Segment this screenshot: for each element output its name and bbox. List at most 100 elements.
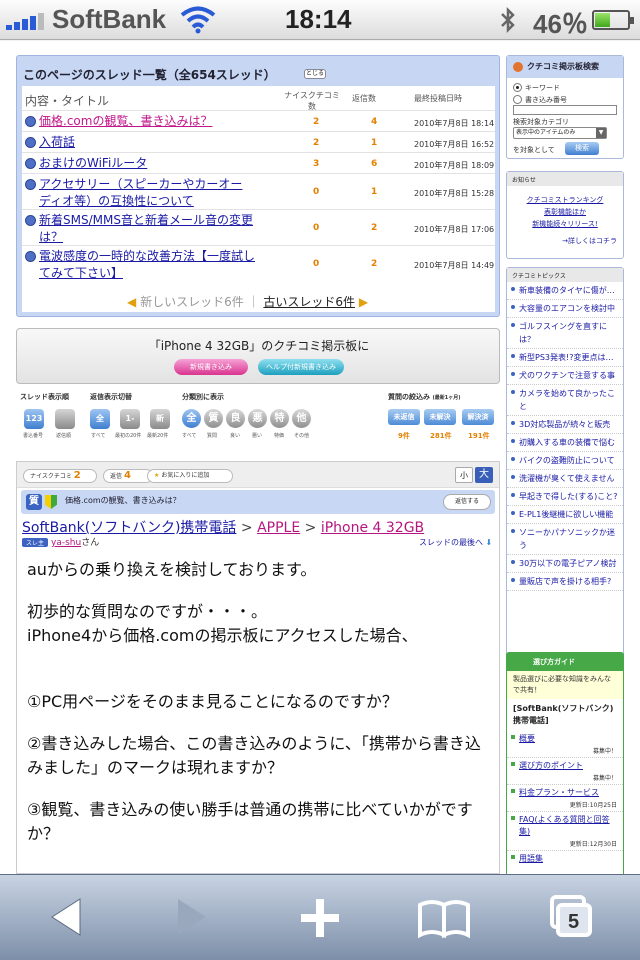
breadcrumb-softbank[interactable]: SoftBank(ソフトバンク)携帯電話 bbox=[22, 520, 236, 536]
resolved-button[interactable]: 解決済 bbox=[462, 409, 494, 425]
topic-item[interactable]: 大容量のエアコンを検討中 bbox=[507, 300, 623, 318]
post-body: auからの乗り換えを検討しております。 初歩的な質問なのですが・・・。 iPho… bbox=[27, 558, 489, 864]
show-all-caption: すべて bbox=[91, 433, 106, 439]
topic-item[interactable]: カメラを始めて良かったこと bbox=[507, 385, 623, 416]
guide-item-points[interactable]: 選び方のポイント bbox=[507, 758, 623, 772]
topic-item[interactable]: 30万以下の電子ピアノ検討 bbox=[507, 555, 623, 573]
notice-box: お知らせ クチコミストランキング 表彰機能ほか 新機能続々リリース! →詳しくは… bbox=[506, 171, 624, 259]
unanswered-button[interactable]: 未返信 bbox=[388, 409, 420, 425]
reply-button[interactable]: 返信する bbox=[443, 494, 491, 510]
thread-title-link[interactable]: おまけのWiFiルータ bbox=[39, 155, 147, 172]
tabs-button[interactable]: 5 bbox=[542, 893, 602, 943]
unresolved-count: 281件 bbox=[430, 432, 452, 440]
font-small-button[interactable]: 小 bbox=[455, 467, 473, 483]
browser-toolbar: 5 bbox=[0, 874, 640, 960]
topic-item[interactable]: ソニーかパナソニックか迷う bbox=[507, 524, 623, 555]
older-threads-link[interactable]: 古いスレッド6件 bbox=[263, 295, 355, 309]
table-row[interactable]: 価格.comの観覧、書き込みは？ 2 4 2010年7月8日 18:14 bbox=[22, 110, 495, 131]
thread-title-link[interactable]: アクセサリー（スピーカーやカーオー ディオ等）の互換性について bbox=[39, 176, 242, 210]
category-good-button[interactable]: 良 bbox=[226, 409, 245, 428]
show-all-button[interactable]: 全 bbox=[90, 409, 110, 429]
guide-item-plans[interactable]: 料金プラン・サービス bbox=[507, 785, 623, 799]
guide-item-glossary[interactable]: 用語集 bbox=[507, 851, 623, 865]
topic-item[interactable]: 洗濯機が臭くて使えません bbox=[507, 470, 623, 488]
carrier-label: SoftBank bbox=[52, 4, 167, 34]
thread-title-link[interactable]: 電波感度の一時的な改善方法【一度試し てみて下さい】 bbox=[39, 248, 255, 282]
topic-item[interactable]: 新車装備のタイヤに傷が… bbox=[507, 282, 623, 300]
sort-by-reply-button[interactable] bbox=[55, 409, 75, 429]
topic-item[interactable]: ゴルフスイングを直すには？ bbox=[507, 318, 623, 349]
topic-item[interactable]: 早起きで得した(する)こと? bbox=[507, 488, 623, 506]
guide-item-overview[interactable]: 概要 bbox=[507, 731, 623, 745]
font-large-button[interactable]: 大 bbox=[475, 467, 493, 483]
table-row[interactable]: 新着SMS/MMS音と新着メール音の変更 は？ 0 2 2010年7月8日 17:… bbox=[22, 209, 495, 245]
table-row[interactable]: おまけのWiFiルータ 3 6 2010年7月8日 18:09 bbox=[22, 152, 495, 173]
author-suffix: さん bbox=[81, 538, 100, 548]
guide-item-faq[interactable]: FAQ(よくある質問と回答集) bbox=[507, 812, 623, 838]
topic-item[interactable]: 3D対応製品が続々と販売 bbox=[507, 416, 623, 434]
sort-by-number-button[interactable]: 123 bbox=[24, 409, 44, 429]
new-post-button[interactable]: 新規書き込み bbox=[174, 359, 248, 375]
category-question-button[interactable]: 質 bbox=[204, 409, 223, 428]
show-first-20-button[interactable]: 1-20 bbox=[120, 409, 140, 443]
keyword-label: キーワード bbox=[525, 84, 560, 92]
guide-item-note: 募集中！ bbox=[507, 772, 623, 785]
search-input[interactable] bbox=[513, 105, 617, 115]
favorite-button[interactable]: ★ お気に入りに追加 bbox=[147, 469, 233, 483]
breadcrumb-apple[interactable]: APPLE bbox=[257, 520, 300, 536]
post-number-radio[interactable] bbox=[513, 95, 522, 104]
topic-item[interactable]: E-PL1後継機に欲しい機能 bbox=[507, 506, 623, 524]
question-icon bbox=[25, 215, 36, 226]
notice-more-link[interactable]: →詳しくはコチラ bbox=[507, 230, 623, 246]
table-row[interactable]: アクセサリー（スピーカーやカーオー ディオ等）の互換性について 0 1 2010年… bbox=[22, 173, 495, 209]
breadcrumb-iphone[interactable]: iPhone 4 32GB bbox=[321, 520, 424, 536]
star-icon: ★ bbox=[154, 472, 160, 479]
unanswered-count: 9件 bbox=[398, 432, 410, 440]
author-link[interactable]: ya-shu bbox=[51, 538, 81, 548]
topic-item[interactable]: 新型PS3発表!?変更点は… bbox=[507, 349, 623, 367]
topic-item[interactable]: 量販店で声を掛ける相手? bbox=[507, 573, 623, 591]
topic-item[interactable]: バイクの盗難防止について bbox=[507, 452, 623, 470]
topics-list: 新車装備のタイヤに傷が… 大容量のエアコンを検討中 ゴルフスイングを直すには？ 新型P… bbox=[507, 282, 623, 591]
thread-title-link[interactable]: 新着SMS/MMS音と新着メール音の変更 は？ bbox=[39, 212, 253, 246]
topic-item[interactable]: 犬のワクチンで注意する事 bbox=[507, 367, 623, 385]
arrow-left-icon: ◀ bbox=[127, 295, 137, 309]
close-button[interactable]: とじる bbox=[304, 69, 326, 79]
category-select[interactable]: 表示中のアイテムのみ ▼ bbox=[513, 127, 607, 139]
reply-count: 1 bbox=[371, 138, 378, 148]
last-post-date: 2010年7月8日 18:09 bbox=[414, 161, 495, 170]
reply-count: 1 bbox=[371, 187, 378, 197]
unresolved-button[interactable]: 未解決 bbox=[424, 409, 456, 425]
table-row[interactable]: 電波感度の一時的な改善方法【一度試し てみて下さい】 0 2 2010年7月8日 … bbox=[22, 245, 495, 281]
category-all-button[interactable]: 全 bbox=[182, 409, 201, 428]
topic-item[interactable]: 初購入する車の装備で悩む bbox=[507, 434, 623, 452]
signal-icon bbox=[6, 10, 46, 30]
notice-link[interactable]: クチコミストランキング 表彰機能ほか 新機能続々リリース! bbox=[507, 194, 623, 230]
web-page[interactable]: このページのスレッド一覧（全654スレッド） とじる 内容・タイトル ナイスクチ… bbox=[0, 41, 640, 874]
add-button[interactable] bbox=[290, 893, 350, 943]
category-other-button[interactable]: 他 bbox=[292, 409, 311, 428]
bookmarks-button[interactable] bbox=[414, 893, 474, 943]
to-bottom-link[interactable]: スレッドの最後へ ⬇ bbox=[419, 537, 492, 548]
show-latest-20-button[interactable]: 新 bbox=[150, 409, 170, 429]
question-icon: 質 bbox=[26, 494, 42, 510]
forward-button[interactable] bbox=[160, 893, 220, 943]
thread-title-link[interactable]: 価格.comの観覧、書き込みは？ bbox=[39, 113, 212, 130]
notice-line: クチコミストランキング bbox=[526, 196, 604, 204]
table-row[interactable]: 入荷話 2 1 2010年7月8日 16:52 bbox=[22, 131, 495, 152]
search-button[interactable]: 検索 bbox=[565, 142, 599, 155]
category-special-button[interactable]: 特 bbox=[270, 409, 289, 428]
wifi-icon bbox=[180, 6, 216, 38]
reply-count: 2 bbox=[371, 259, 378, 269]
battery-percent: 46％ bbox=[533, 9, 588, 39]
guide-box: 選び方ガイド 製品選びに必要な知識をみんなで共有！ [SoftBank(ソフトバ… bbox=[506, 652, 624, 874]
back-button[interactable] bbox=[38, 893, 98, 943]
show-first-20-caption: 最初の20件 bbox=[115, 433, 142, 439]
help-post-button[interactable]: ヘルプ付新規書き込み bbox=[258, 359, 344, 375]
category-bad-button[interactable]: 悪 bbox=[248, 409, 267, 428]
keyword-radio[interactable] bbox=[513, 83, 522, 92]
guide-item-note: 更新日:12月30日 bbox=[507, 838, 623, 851]
question-filter-note: (最新1ヶ月) bbox=[432, 395, 461, 401]
thread-title-link[interactable]: 入荷話 bbox=[39, 134, 75, 151]
author-line: スレ主 ya-shuさん bbox=[22, 535, 99, 548]
